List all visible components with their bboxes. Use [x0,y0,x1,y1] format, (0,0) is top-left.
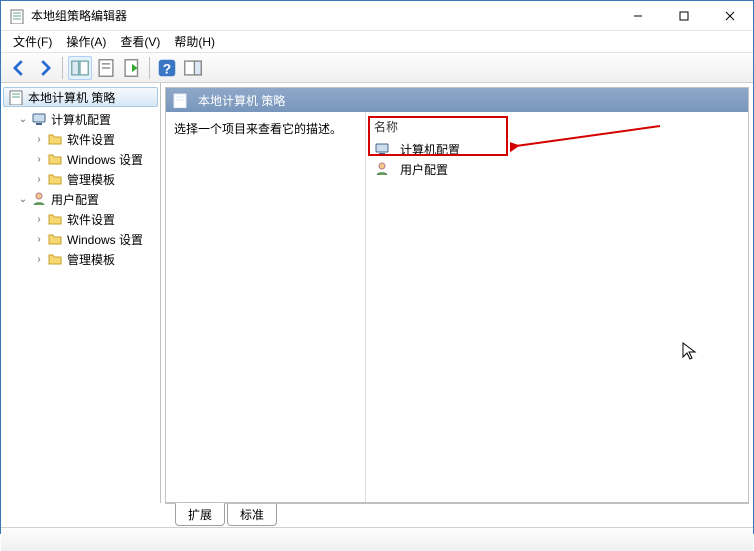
menu-view[interactable]: 查看(V) [114,31,166,52]
tree-item-admin[interactable]: › 管理模板 [1,169,160,189]
folder-icon [47,231,63,247]
tree-item-admin[interactable]: › 管理模板 [1,249,160,269]
tree-item-computer-config[interactable]: ⌄ 计算机配置 [1,109,160,129]
app-icon [9,8,25,24]
user-icon [374,161,390,177]
toolbar-separator [149,57,150,79]
tree-label: Windows 设置 [67,151,143,168]
tree-label: 本地计算机 策略 [28,89,115,106]
computer-icon [31,111,47,127]
tree-label: Windows 设置 [67,231,143,248]
tab-extended[interactable]: 扩展 [175,503,225,526]
properties-button[interactable] [94,56,118,80]
description-column: 选择一个项目来查看它的描述。 [166,112,366,502]
folder-icon [47,131,63,147]
tree-label: 用户配置 [51,191,99,208]
folder-icon [47,251,63,267]
menu-file[interactable]: 文件(F) [7,31,58,52]
tree-item-user-config[interactable]: ⌄ 用户配置 [1,189,160,209]
details-header: 本地计算机 策略 [166,88,748,112]
details-body: 选择一个项目来查看它的描述。 名称 计算机配置 用户配置 [166,112,748,502]
main-area: 本地计算机 策略 ⌄ 计算机配置 › 软件设置 › Windows 设置 › 管… [1,83,753,503]
back-button[interactable] [7,56,31,80]
maximize-button[interactable] [661,1,707,31]
collapse-icon[interactable]: ⌄ [17,113,29,125]
tree-item-software[interactable]: › 软件设置 [1,209,160,229]
tab-standard[interactable]: 标准 [227,504,277,526]
menu-bar: 文件(F) 操作(A) 查看(V) 帮助(H) [1,31,753,53]
tree-label: 计算机配置 [51,111,111,128]
window-title: 本地组策略编辑器 [31,7,615,24]
list-item-user-config[interactable]: 用户配置 [366,159,748,179]
list-column: 名称 计算机配置 用户配置 [366,112,748,502]
tree-root[interactable]: 本地计算机 策略 [3,87,158,107]
expand-icon[interactable]: › [33,213,45,225]
show-hide-tree-button[interactable] [68,56,92,80]
expand-icon[interactable]: › [33,133,45,145]
policy-icon [8,89,24,105]
tree-label: 软件设置 [67,131,115,148]
list-item-computer-config[interactable]: 计算机配置 [366,139,748,159]
computer-icon [374,141,390,157]
tree-label: 管理模板 [67,251,115,268]
forward-button[interactable] [33,56,57,80]
policy-icon [172,92,188,108]
toolbar-separator [62,57,63,79]
expand-icon[interactable]: › [33,233,45,245]
menu-help[interactable]: 帮助(H) [168,31,221,52]
export-list-button[interactable] [120,56,144,80]
tree-item-software[interactable]: › 软件设置 [1,129,160,149]
status-bar [1,527,753,551]
expand-icon[interactable]: › [33,253,45,265]
close-button[interactable] [707,1,753,31]
column-header-name[interactable]: 名称 [366,116,748,139]
folder-icon [47,151,63,167]
tree-label: 管理模板 [67,171,115,188]
tree-item-windows[interactable]: › Windows 设置 [1,149,160,169]
expand-icon[interactable]: › [33,173,45,185]
user-icon [31,191,47,207]
title-bar: 本地组策略编辑器 [1,1,753,31]
toolbar: ? [1,53,753,83]
tree-panel: 本地计算机 策略 ⌄ 计算机配置 › 软件设置 › Windows 设置 › 管… [1,83,161,503]
expand-icon[interactable]: › [33,153,45,165]
details-header-title: 本地计算机 策略 [198,92,285,109]
details-panel: 本地计算机 策略 选择一个项目来查看它的描述。 名称 计算机配置 用户配置 [165,87,749,503]
description-prompt: 选择一个项目来查看它的描述。 [174,122,342,136]
action-pane-button[interactable] [181,56,205,80]
menu-action[interactable]: 操作(A) [60,31,112,52]
collapse-icon[interactable]: ⌄ [17,193,29,205]
svg-text:?: ? [163,61,171,76]
help-button[interactable]: ? [155,56,179,80]
tree-item-windows[interactable]: › Windows 设置 [1,229,160,249]
list-item-label: 计算机配置 [400,141,460,158]
folder-icon [47,171,63,187]
details-tabs: 扩展 标准 [165,503,749,527]
minimize-button[interactable] [615,1,661,31]
tree-label: 软件设置 [67,211,115,228]
folder-icon [47,211,63,227]
list-item-label: 用户配置 [400,161,448,178]
